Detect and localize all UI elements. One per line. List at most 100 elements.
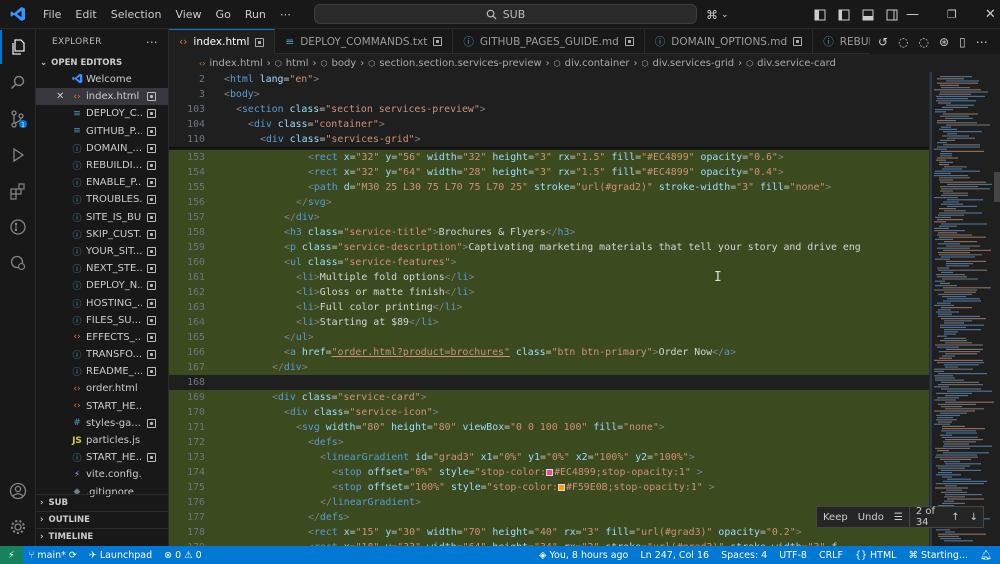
code-line[interactable]: 159 <p class="service-description">Captiv… <box>169 240 929 255</box>
more-actions-icon[interactable]: ⋯ <box>146 35 158 49</box>
breadcrumb-item[interactable]: div.service-card <box>757 58 836 69</box>
save-status-icon[interactable] <box>147 453 156 463</box>
sticky-line[interactable]: 104 <div class="container"> <box>169 117 929 132</box>
timeline-section-header[interactable]: › TIMELINE <box>36 528 168 545</box>
code-line[interactable]: 165 </ul> <box>169 330 929 345</box>
code-line[interactable]: 156 </svg> <box>169 195 929 210</box>
command-center-search[interactable]: SUB <box>314 4 697 24</box>
save-status-icon[interactable] <box>147 126 156 136</box>
tab-github-pages-guide-md[interactable]: ⓘ GITHUB_PAGES_GUIDE.md <box>453 29 645 54</box>
save-status-icon[interactable] <box>147 332 156 342</box>
menu-item-selection[interactable]: Selection <box>104 0 169 29</box>
list-item[interactable]: # styles-ga... <box>36 415 168 432</box>
save-status-icon[interactable] <box>147 298 156 308</box>
code-line[interactable]: 174 <stop offset="0%" style="stop-color: #… <box>169 465 929 480</box>
menu-item-go[interactable]: Go <box>209 0 238 29</box>
save-status-icon[interactable] <box>147 178 156 188</box>
list-item[interactable]: JS particles.js <box>36 432 168 449</box>
code-line[interactable]: 170 <div class="service-icon"> <box>169 405 929 420</box>
list-item[interactable]: ✕ ‹› index.html <box>36 88 168 106</box>
code-line[interactable]: 167 </div> <box>169 360 929 375</box>
toggle-panel-icon[interactable] <box>862 9 874 21</box>
tab-index-html[interactable]: ‹› index.html <box>169 29 276 54</box>
remote-indicator[interactable]: ⚡ <box>0 546 23 564</box>
code-line[interactable]: 177 </defs> <box>169 510 929 525</box>
save-status-icon[interactable] <box>147 212 156 222</box>
close-window-icon[interactable]: ✕ <box>985 7 996 22</box>
list-item[interactable]: ⓘ HOSTING_... <box>36 294 168 311</box>
code-line[interactable]: 173 <linearGradient id="grad3" x1="0%" y1… <box>169 450 929 465</box>
list-item[interactable]: ≡ DEPLOY_C... <box>36 105 168 122</box>
list-item[interactable]: ‹› order.html <box>36 380 168 397</box>
save-status-icon[interactable] <box>147 367 156 377</box>
unsaved-dot-icon[interactable] <box>624 37 634 46</box>
extension-status[interactable]: ⌘ Starting... <box>902 550 973 561</box>
list-item[interactable]: Welcome <box>36 71 168 88</box>
sticky-line[interactable]: 2 <html lang="en"> <box>169 72 929 87</box>
close-icon[interactable]: ✕ <box>56 91 64 102</box>
list-item[interactable]: ⓘ SKIP_CUST... <box>36 226 168 243</box>
launchpad-status[interactable]: ✈ Launchpad <box>83 550 158 561</box>
sticky-line[interactable]: 3 <body> <box>169 87 929 102</box>
menu-item-more[interactable]: ⋯ <box>273 0 298 29</box>
save-status-icon[interactable] <box>147 246 156 256</box>
extensions-icon[interactable] <box>0 174 36 208</box>
save-status-icon[interactable] <box>147 195 156 205</box>
review-list-icon[interactable]: ☰ <box>888 512 909 523</box>
list-item[interactable]: ‹› EFFECTS_... <box>36 329 168 346</box>
sub-section-header[interactable]: › SUB <box>36 494 168 511</box>
minimap[interactable] <box>929 72 1000 546</box>
eol-status[interactable]: CRLF <box>813 550 849 561</box>
list-item[interactable]: ⓘ REBUILDI... <box>36 157 168 174</box>
diff-next-icon[interactable]: ◌ <box>919 35 929 49</box>
source-control-icon[interactable]: 1 <box>0 102 36 136</box>
breadcrumb-item[interactable]: index.html <box>209 58 262 69</box>
github-remote-icon[interactable] <box>0 210 36 244</box>
list-item[interactable]: ⓘ YOUR_SIT... <box>36 243 168 260</box>
list-item[interactable]: ⓘ DEPLOY_N... <box>36 277 168 294</box>
open-editors-header[interactable]: ⌄ OPEN EDITORS <box>36 55 168 71</box>
keep-button[interactable]: Keep <box>817 512 854 523</box>
minimize-window-icon[interactable]: — <box>906 7 919 22</box>
code-editor[interactable]: 153 <rect x="32" y="56" width="32" height… <box>169 72 929 546</box>
save-status-icon[interactable] <box>147 229 156 239</box>
save-status-icon[interactable] <box>147 161 156 171</box>
code-line[interactable]: 154 <rect x="32" y="64" width="28" height… <box>169 165 929 180</box>
explorer-icon[interactable] <box>0 30 36 64</box>
code-line[interactable]: 172 <defs> <box>169 435 929 450</box>
toggle-primary-sidebar-icon[interactable] <box>838 9 850 21</box>
code-line[interactable]: 176 </linearGradient> <box>169 495 929 510</box>
list-item[interactable]: ⓘ README_... <box>36 363 168 380</box>
run-and-debug-icon[interactable] <box>0 138 36 172</box>
unsaved-dot-icon[interactable] <box>255 37 265 47</box>
code-line[interactable]: 163 <li>Full color printing</li> <box>169 300 929 315</box>
code-line[interactable]: 175 <stop offset="100%" style="stop-color… <box>169 480 929 495</box>
unsaved-dot-icon[interactable] <box>793 37 803 46</box>
more-actions-icon[interactable]: ⋯ <box>976 35 988 49</box>
menu-item-file[interactable]: File <box>36 0 68 29</box>
breadcrumb-item[interactable]: body <box>331 58 356 69</box>
code-line[interactable]: 168 <box>169 375 929 390</box>
copilot-chat-icon[interactable] <box>0 246 36 280</box>
save-status-icon[interactable] <box>147 92 156 102</box>
list-item[interactable]: ⓘ ENABLE_P... <box>36 174 168 191</box>
breadcrumb-item[interactable]: section.section.services-preview <box>379 58 541 69</box>
layout-customize-icon[interactable] <box>814 9 826 21</box>
code-line[interactable]: 162 <li>Gloss or matte finish</li> <box>169 285 929 300</box>
notifications-bell-icon[interactable]: 🔔︎ <box>974 550 1000 561</box>
save-status-icon[interactable] <box>147 350 156 360</box>
code-line[interactable]: 171 <svg width="80" height="80" viewBox="… <box>169 420 929 435</box>
code-line[interactable]: 160 <ul class="service-features"> <box>169 255 929 270</box>
indentation-status[interactable]: Spaces: 4 <box>715 550 773 561</box>
arrow-up-icon[interactable]: ↑ <box>946 512 964 523</box>
code-line[interactable]: 153 <rect x="32" y="56" width="32" height… <box>169 150 929 165</box>
breadcrumb-item[interactable]: div.container <box>565 58 630 69</box>
list-item[interactable]: ⚡ vite.config.js <box>36 466 168 483</box>
diff-previous-icon[interactable]: ◌ <box>898 35 908 49</box>
list-item[interactable]: ⓘ DOMAIN_... <box>36 140 168 157</box>
git-blame-status[interactable]: ◈ You, 8 hours ago <box>533 550 634 561</box>
list-item[interactable]: ≡ GITHUB_P... <box>36 123 168 140</box>
restore-window-icon[interactable]: ❐ <box>947 8 957 21</box>
save-status-icon[interactable] <box>147 264 156 274</box>
encoding-status[interactable]: UTF-8 <box>773 550 813 561</box>
